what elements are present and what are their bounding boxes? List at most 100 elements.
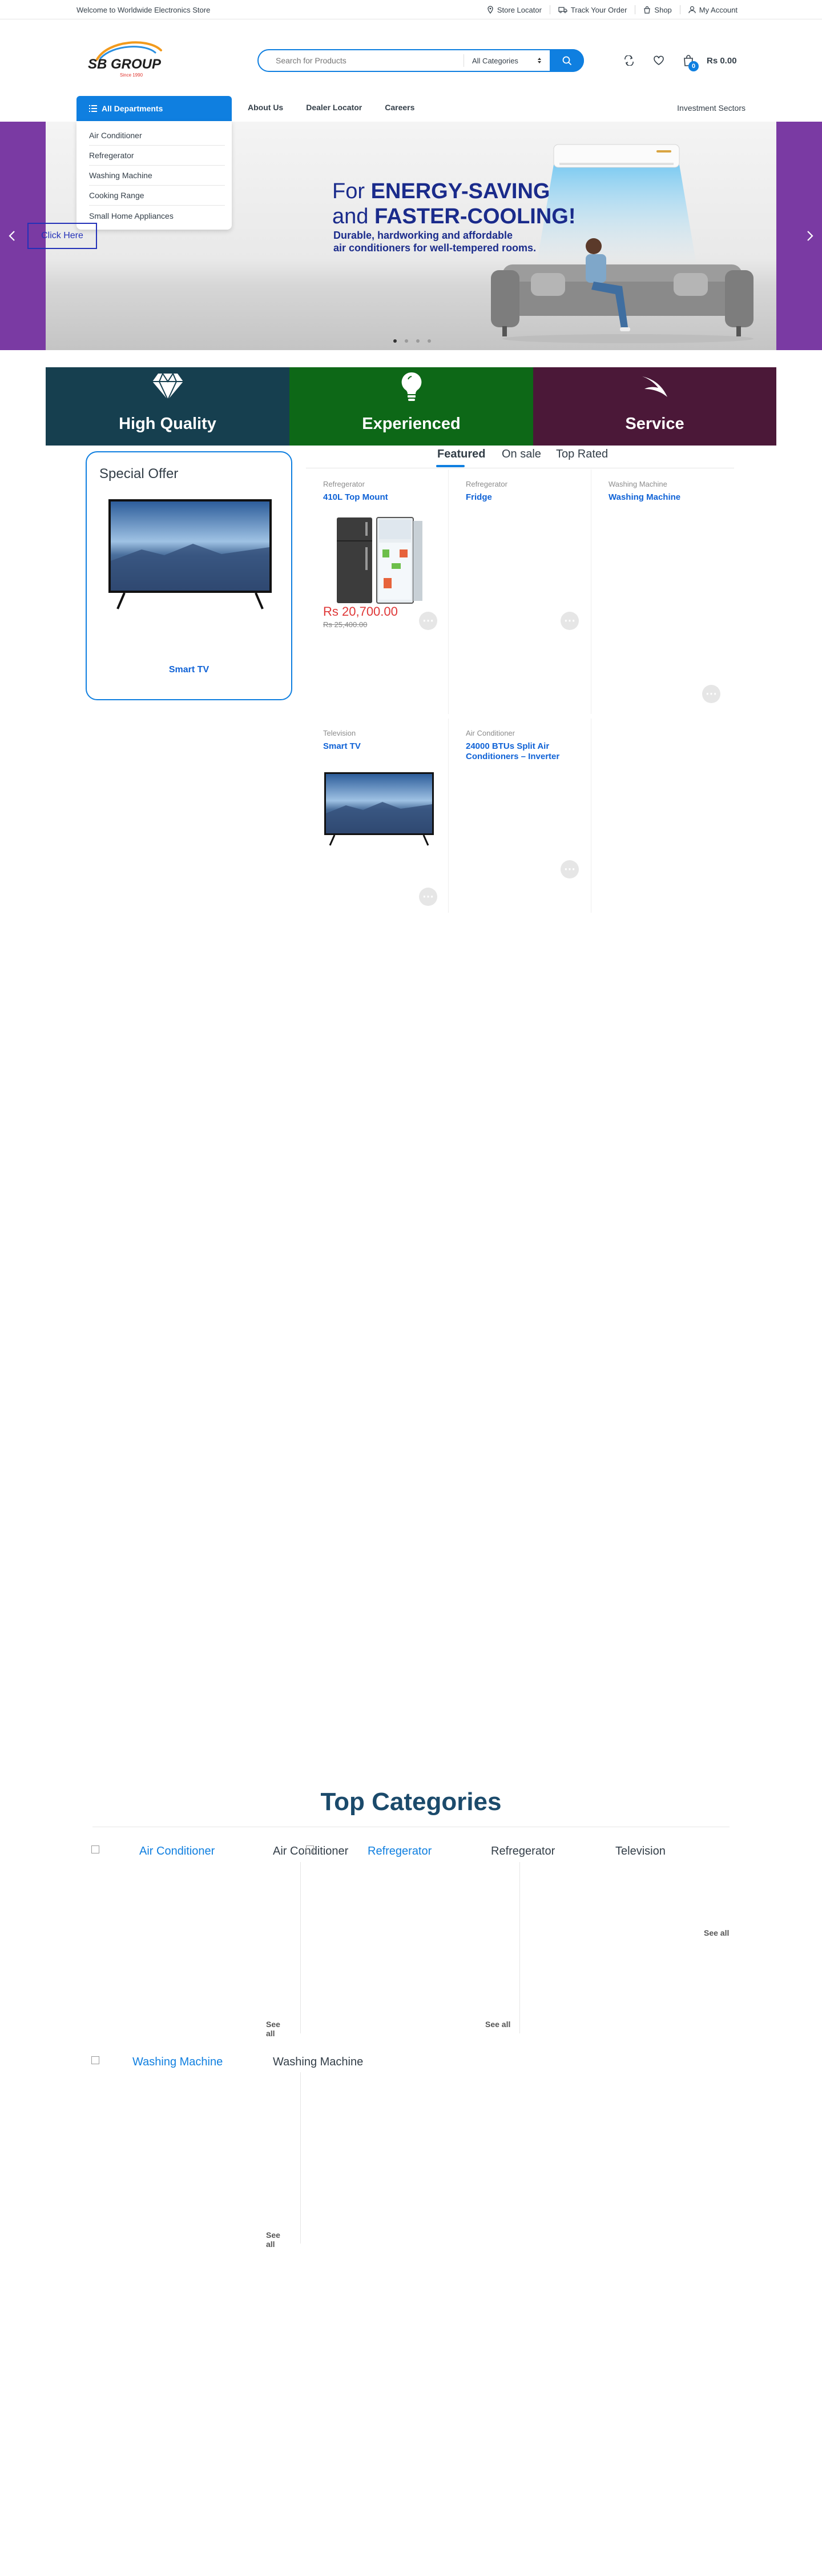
category-image-washing-machine[interactable]: Washing Machine xyxy=(91,2056,223,2069)
product-card-washing-machine[interactable]: Washing Machine Washing Machine ⋯ xyxy=(591,470,734,714)
store-locator-link[interactable]: Store Locator xyxy=(479,5,550,14)
fridge-image xyxy=(337,517,422,604)
top-links: Store Locator Track Your Order Shop My A… xyxy=(479,5,746,14)
product-card-410l-top-mount[interactable]: Refregerator 410L Top Mount Rs 20,700.00… xyxy=(306,470,449,714)
category-tile-refregerator[interactable]: Refregerator Refregerator See all xyxy=(306,1843,555,2037)
add-to-cart-button[interactable]: ⋯ xyxy=(561,612,579,630)
add-to-cart-button[interactable]: ⋯ xyxy=(702,685,720,703)
dept-refregerator[interactable]: Refregerator xyxy=(89,146,225,166)
compare-button[interactable] xyxy=(621,53,637,69)
add-to-cart-button[interactable]: ⋯ xyxy=(561,860,579,878)
feature-high-quality-label: High Quality xyxy=(119,415,216,433)
nav-dealer-locator[interactable]: Dealer Locator xyxy=(306,103,362,112)
service-swoosh-icon xyxy=(642,376,667,397)
see-all-link[interactable]: See all xyxy=(704,1928,729,1937)
more-icon: ⋯ xyxy=(422,615,434,627)
product-category[interactable]: Refregerator xyxy=(466,480,507,488)
dept-cooking-range[interactable]: Cooking Range xyxy=(89,186,225,206)
dept-air-conditioner[interactable]: Air Conditioner xyxy=(89,126,225,146)
nav-investment-sectors[interactable]: Investment Sectors xyxy=(677,103,746,113)
feature-service: Service xyxy=(533,367,776,446)
category-name[interactable]: Refregerator xyxy=(491,1845,555,1858)
cart-button[interactable]: 0 xyxy=(680,53,699,71)
hero-cta-button[interactable]: Click Here xyxy=(27,223,97,249)
search-button[interactable] xyxy=(550,49,584,72)
feature-experienced-label: Experienced xyxy=(362,415,461,433)
category-image-alt: Refregerator xyxy=(368,1845,432,1857)
add-to-cart-button[interactable]: ⋯ xyxy=(419,612,437,630)
departments-menu: Air Conditioner Refregerator Washing Mac… xyxy=(76,121,232,230)
product-name[interactable]: Smart TV xyxy=(323,741,437,752)
category-divider xyxy=(300,2072,301,2244)
all-departments-label: All Departments xyxy=(102,104,163,113)
header-icons: 0 Rs 0.00 xyxy=(621,53,737,71)
category-image-air-conditioner[interactable]: Air Conditioner xyxy=(91,1845,215,1858)
list-icon xyxy=(89,105,97,112)
category-tile-television[interactable]: Television See all xyxy=(615,1843,735,1957)
sb-group-logo[interactable]: SB GROUP Since 1990 xyxy=(86,37,170,81)
category-tile-washing-machine[interactable]: Washing Machine Washing Machine See all xyxy=(91,2053,363,2249)
see-all-link[interactable]: See all xyxy=(266,2020,285,2038)
product-card-split-ac[interactable]: Air Conditioner 24000 BTUs Split Air Con… xyxy=(449,719,591,913)
product-name[interactable]: Fridge xyxy=(466,492,580,503)
cart-count-badge: 0 xyxy=(688,61,699,71)
search-bar: All Categories xyxy=(257,49,584,72)
product-price: Rs 20,700.00 xyxy=(323,604,398,619)
product-tabs: Featured On sale Top Rated xyxy=(306,448,734,468)
nav-careers[interactable]: Careers xyxy=(385,103,414,112)
more-icon: ⋯ xyxy=(422,890,434,903)
tab-top-rated[interactable]: Top Rated xyxy=(556,448,608,461)
product-name[interactable]: Washing Machine xyxy=(609,492,723,503)
dept-small-home-appliances[interactable]: Small Home Appliances xyxy=(89,206,225,226)
product-category[interactable]: Television xyxy=(323,729,356,737)
special-offer-product[interactable]: Smart TV xyxy=(87,665,291,675)
track-order-link[interactable]: Track Your Order xyxy=(549,5,635,14)
category-select[interactable]: All Categories xyxy=(464,57,550,65)
tab-on-sale[interactable]: On sale xyxy=(502,448,541,461)
slider-next-button[interactable] xyxy=(801,224,819,247)
add-to-cart-button[interactable]: ⋯ xyxy=(419,888,437,906)
compare-arrows-icon xyxy=(624,55,634,66)
svg-text:SB GROUP: SB GROUP xyxy=(88,57,162,72)
category-image-refregerator[interactable]: Refregerator xyxy=(306,1845,432,1858)
search-input[interactable] xyxy=(259,56,464,65)
nav-about-us[interactable]: About Us xyxy=(248,103,283,112)
product-category[interactable]: Air Conditioner xyxy=(466,729,515,737)
category-name[interactable]: Television xyxy=(615,1845,666,1858)
slider-dot-2[interactable] xyxy=(405,339,408,343)
special-offer-card[interactable]: Special Offer Smart TV xyxy=(86,451,292,700)
product-card-smart-tv[interactable]: Television Smart TV ⋯ xyxy=(306,719,449,913)
track-order-label: Track Your Order xyxy=(570,5,627,14)
slider-dot-1[interactable] xyxy=(393,339,397,343)
shop-link[interactable]: Shop xyxy=(635,5,679,14)
chevron-right-icon xyxy=(807,231,813,241)
tab-featured[interactable]: Featured xyxy=(437,448,485,461)
shop-label: Shop xyxy=(654,5,672,14)
top-bar: Welcome to Worldwide Electronics Store S… xyxy=(0,0,822,19)
shopping-bag-icon xyxy=(644,6,651,14)
slider-prev-button[interactable] xyxy=(3,224,21,247)
product-category[interactable]: Washing Machine xyxy=(609,480,667,488)
product-category[interactable]: Refregerator xyxy=(323,480,365,488)
all-departments-button[interactable]: All Departments xyxy=(76,96,232,121)
dept-washing-machine[interactable]: Washing Machine xyxy=(89,166,225,186)
category-image-alt: Washing Machine xyxy=(132,2056,223,2068)
wishlist-button[interactable] xyxy=(651,53,667,69)
category-name[interactable]: Washing Machine xyxy=(273,2056,363,2069)
category-divider xyxy=(300,1862,301,2033)
user-icon xyxy=(688,6,696,14)
product-card-fridge[interactable]: Refregerator Fridge ⋯ xyxy=(449,470,591,714)
slider-dot-4[interactable] xyxy=(428,339,431,343)
search-icon xyxy=(562,56,571,65)
product-name[interactable]: 24000 BTUs Split Air Conditioners – Inve… xyxy=(466,741,580,762)
see-all-link[interactable]: See all xyxy=(485,2020,510,2029)
product-name[interactable]: 410L Top Mount xyxy=(323,492,437,503)
cart-total[interactable]: Rs 0.00 xyxy=(707,56,737,66)
svg-text:Since 1990: Since 1990 xyxy=(120,73,143,78)
slider-dot-3[interactable] xyxy=(416,339,420,343)
category-divider xyxy=(519,1862,520,2033)
see-all-link[interactable]: See all xyxy=(266,2230,285,2249)
my-account-link[interactable]: My Account xyxy=(679,5,746,14)
truck-icon xyxy=(558,7,567,13)
category-tile-air-conditioner[interactable]: Air Conditioner Air Conditioner See all xyxy=(91,1843,348,2038)
